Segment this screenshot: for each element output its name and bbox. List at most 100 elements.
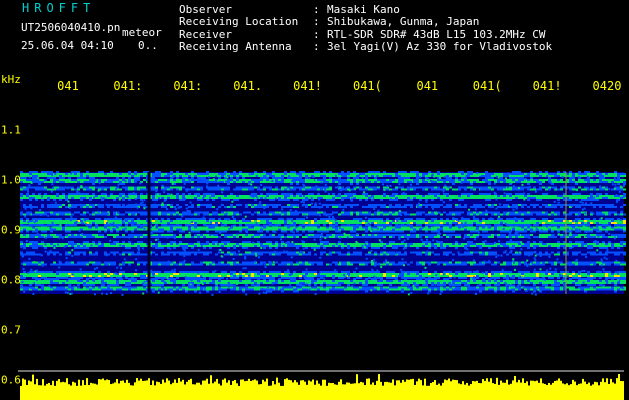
spectrogram-cell (419, 199, 422, 201)
spectrogram-cell (68, 179, 71, 181)
spectrogram-cell (476, 243, 479, 245)
spectrogram-cell (614, 173, 617, 175)
spectrogram-cell (41, 171, 44, 173)
spectrogram-cell (503, 220, 506, 222)
spectrogram-cell (299, 186, 302, 189)
spectrogram-cell (320, 179, 323, 181)
spectrogram-cell (455, 188, 458, 191)
spectrogram-cell (32, 245, 35, 247)
spectrogram-cell (128, 204, 131, 206)
spectrogram-cell (302, 245, 305, 247)
spectrogram-cell (98, 218, 101, 220)
spectrogram-cell (176, 193, 179, 195)
spectrogram-cell (107, 181, 110, 183)
spectrogram-cell (65, 181, 68, 183)
spectrogram-cell (95, 195, 98, 197)
spectrogram-cell (116, 220, 119, 222)
spectrogram-cell (389, 213, 392, 216)
spectrogram-cell (128, 247, 131, 249)
spectrogram-cell (518, 213, 521, 216)
spectrogram-cell (332, 173, 335, 175)
spectrogram-cell (533, 241, 536, 243)
spectrogram-cell (383, 234, 386, 236)
spectrogram-cell (245, 245, 248, 247)
spectrogram-cell (128, 181, 131, 183)
spectrogram-cell (191, 213, 194, 216)
spectrogram-cell (404, 228, 407, 231)
spectrogram-cell (608, 228, 611, 231)
spectrogram-cell (545, 245, 548, 247)
spectrogram-cell (101, 226, 104, 229)
spectrogram-cell (506, 199, 509, 201)
spectrogram-cell (101, 179, 104, 181)
spectrogram-cell (542, 220, 545, 222)
spectrogram-cell (356, 195, 359, 197)
spectrogram-cell (545, 222, 548, 224)
spectrogram-cell (224, 197, 227, 199)
spectrogram-cell (245, 173, 248, 175)
spectrogram-cell (200, 228, 203, 231)
spectrogram-cell (512, 224, 515, 227)
spectrogram-cell (191, 177, 194, 179)
spectrogram-cell (338, 206, 341, 208)
spectrogram-cell (545, 179, 548, 181)
spectrogram-cell (116, 175, 119, 177)
spectrogram-cell (479, 213, 482, 216)
spectrogram-cell (416, 253, 419, 256)
spectrogram-cell (287, 181, 290, 183)
spectrogram-cell (449, 220, 452, 222)
spectrogram-cell (500, 175, 503, 177)
spectrogram-cell (539, 197, 542, 199)
spectrogram-cell (287, 226, 290, 229)
spectrogram-cell (62, 177, 65, 179)
spectrogram-cell (116, 234, 119, 236)
spectrogram-cell (287, 195, 290, 197)
spectrogram-cell (224, 224, 227, 226)
spectrogram-cell (437, 195, 440, 197)
spectrogram-cell (530, 251, 533, 254)
spectrogram-cell (380, 218, 383, 220)
spectrogram-cell (452, 220, 455, 222)
spectrogram-cell (47, 224, 50, 226)
spectrogram-cell (224, 179, 227, 181)
spectrogram-cell (95, 243, 98, 245)
spectrogram-cell (254, 211, 257, 214)
spectrogram-cell (416, 243, 419, 245)
spectrogram-cell (329, 228, 332, 231)
spectrogram-cell (266, 179, 269, 181)
spectrogram-cell (539, 226, 542, 229)
spectrogram-cell (224, 218, 227, 220)
spectrogram-cell (410, 206, 413, 208)
spectrogram-cell (266, 193, 269, 195)
spectrogram-cell (389, 224, 392, 227)
spectrogram-cell (593, 243, 596, 245)
spectrogram-cell (20, 173, 23, 175)
spectrogram-cell (401, 206, 404, 208)
spectrogram-cell (575, 204, 578, 206)
spectrogram-cell (41, 243, 44, 245)
spectrogram-cell (470, 171, 473, 173)
spectrogram-cell (194, 211, 197, 214)
spectrogram-cell (65, 195, 68, 197)
spectrogram-cell (35, 228, 38, 231)
spectrogram-cell (248, 179, 251, 181)
spectrogram-cell (455, 204, 458, 206)
spectrogram-cell (227, 181, 230, 183)
spectrogram-cell (545, 230, 548, 233)
spectrogram-cell (305, 211, 308, 214)
spectrogram-cell (311, 195, 314, 197)
spectrogram-cell (137, 228, 140, 231)
spectrogram-cell (599, 247, 602, 249)
spectrogram-cell (80, 247, 83, 249)
spectrogram-cell (167, 224, 170, 227)
spectrogram-cell (341, 206, 344, 208)
spectrogram-cell (203, 253, 206, 256)
spectrogram-cell (41, 188, 44, 191)
spectrogram-cell (392, 247, 395, 249)
spectrogram-cell (473, 243, 476, 245)
spectrogram-cell (470, 230, 473, 233)
spectrogram-cell (368, 243, 371, 245)
spectrogram-cell (605, 204, 608, 206)
spectrogram-cell (173, 234, 176, 236)
spectrogram-cell (44, 181, 47, 183)
